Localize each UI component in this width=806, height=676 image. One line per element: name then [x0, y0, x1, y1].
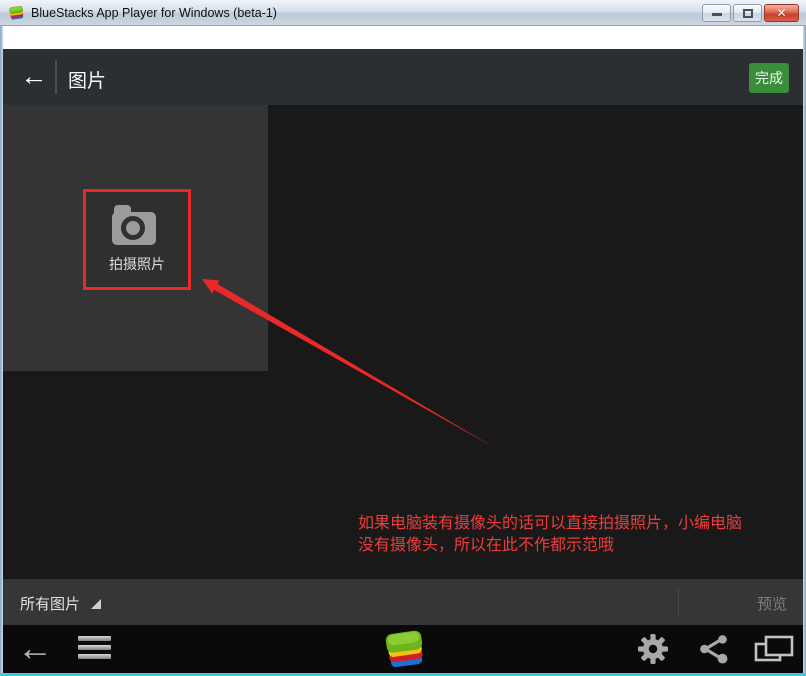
close-button[interactable]: ✕	[764, 4, 799, 22]
toolbar-strip	[3, 26, 803, 49]
window-title: BlueStacks App Player for Windows (beta-…	[31, 6, 277, 20]
page-title: 图片	[68, 66, 106, 93]
menu-icon[interactable]	[78, 636, 111, 662]
footer-bar: 所有图片 预览	[3, 578, 803, 625]
preview-button[interactable]: 预览	[733, 579, 803, 626]
bluestacks-window: BlueStacks App Player for Windows (beta-…	[0, 0, 806, 676]
share-icon[interactable]	[698, 634, 730, 664]
window-border-left	[0, 26, 3, 676]
album-selector-label: 所有图片	[20, 593, 80, 614]
done-button[interactable]: 完成	[749, 63, 789, 93]
android-nav-bar: ←	[3, 625, 803, 673]
tutorial-annotation: 如果电脑装有摄像头的话可以直接拍摄照片，小编电脑 没有摄像头，所以在此不作都示范…	[358, 513, 778, 557]
bluestacks-logo-icon	[8, 5, 25, 21]
maximize-icon	[743, 9, 753, 18]
minimize-icon	[712, 13, 722, 16]
annotation-line-2: 没有摄像头，所以在此不作都示范哦	[358, 535, 778, 557]
back-arrow-icon[interactable]: ←	[15, 58, 53, 96]
settings-gear-icon[interactable]	[636, 633, 670, 665]
nav-back-icon[interactable]: ←	[13, 629, 57, 669]
dropdown-caret-icon	[91, 599, 101, 609]
footer-divider	[678, 589, 679, 617]
take-photo-label: 拍摄照片	[86, 254, 188, 274]
camera-icon	[112, 205, 156, 245]
take-photo-tile[interactable]: 拍摄照片	[83, 189, 191, 290]
window-resize-icon[interactable]	[753, 634, 795, 664]
close-icon: ✕	[765, 5, 798, 21]
bluestacks-logo[interactable]	[384, 628, 426, 670]
header-divider	[55, 60, 57, 94]
preview-label: 预览	[757, 593, 787, 614]
album-selector[interactable]: 所有图片	[3, 579, 123, 626]
gallery-content: 拍摄照片 如果电脑装有摄像头的话可以直接拍摄照片，小编电脑 没有摄像头，所以在此…	[3, 105, 803, 578]
annotation-line-1: 如果电脑装有摄像头的话可以直接拍摄照片，小编电脑	[358, 513, 778, 535]
maximize-button[interactable]	[733, 4, 762, 22]
app-header: ← 图片 完成	[3, 49, 803, 105]
minimize-button[interactable]	[702, 4, 731, 22]
window-titlebar[interactable]: BlueStacks App Player for Windows (beta-…	[0, 0, 806, 26]
